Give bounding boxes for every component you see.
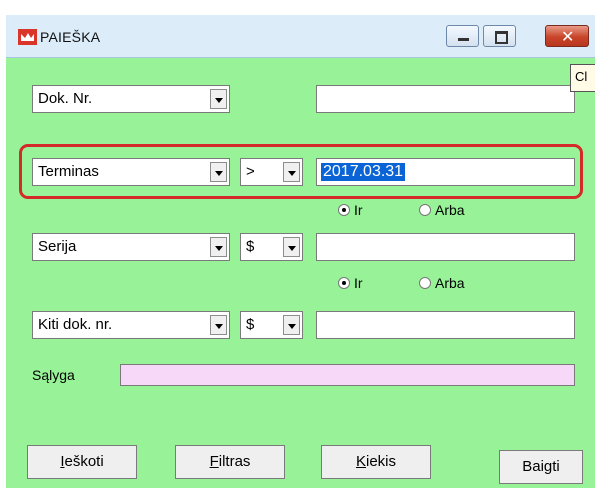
value-input-dok-nr[interactable] <box>316 85 575 113</box>
field-select-serija[interactable]: Serija <box>32 233 230 261</box>
operator-select-kiti-dok-nr[interactable]: $ <box>240 311 303 339</box>
field-select-dok-nr[interactable]: Dok. Nr. <box>32 85 230 113</box>
radio-arba-1[interactable] <box>419 204 431 216</box>
chevron-down-icon[interactable] <box>283 315 300 335</box>
app-logo-icon <box>18 29 37 45</box>
count-button[interactable]: Kiekis <box>321 445 431 479</box>
background-window-edge: Cl <box>570 64 595 92</box>
field-select-value: Serija <box>38 238 77 255</box>
operator-value: $ <box>246 238 255 255</box>
chevron-down-icon[interactable] <box>283 237 300 257</box>
value-input-serija[interactable] <box>316 233 575 261</box>
chevron-down-icon[interactable] <box>210 315 227 335</box>
minimize-icon <box>458 38 469 41</box>
field-select-kiti-dok-nr[interactable]: Kiti dok. nr. <box>32 311 230 339</box>
radio-label-ir: Ir <box>354 202 363 218</box>
operator-select-serija[interactable]: $ <box>240 233 303 261</box>
operator-value: $ <box>246 316 255 333</box>
chevron-down-icon[interactable] <box>210 237 227 257</box>
maximize-button[interactable] <box>483 25 516 47</box>
chevron-down-icon[interactable] <box>210 89 227 109</box>
radio-label-ir: Ir <box>354 275 363 291</box>
condition-input[interactable] <box>120 364 575 386</box>
field-select-value: Dok. Nr. <box>38 90 93 107</box>
field-select-value: Kiti dok. nr. <box>38 316 113 333</box>
search-window: PAIEŠKA ✕ Dok. Nr. Terminas > 2017.03.31… <box>6 15 595 488</box>
radio-arba-2[interactable] <box>419 277 431 289</box>
value-input-kiti-dok-nr[interactable] <box>316 311 575 339</box>
close-icon: ✕ <box>561 27 575 46</box>
close-button[interactable]: ✕ <box>545 25 589 47</box>
logic-radio-group-1: Ir Arba <box>338 202 488 218</box>
search-button[interactable]: Ieškoti <box>27 445 137 479</box>
condition-label: Sąlyga <box>32 367 75 383</box>
title-bar: PAIEŠKA ✕ <box>6 15 595 58</box>
minimize-button[interactable] <box>446 25 479 47</box>
filter-button[interactable]: Filtras <box>175 445 285 479</box>
highlight-annotation <box>19 144 583 199</box>
maximize-icon <box>495 31 508 44</box>
radio-ir-2[interactable] <box>338 277 350 289</box>
radio-ir-1[interactable] <box>338 204 350 216</box>
finish-button[interactable]: Baigti <box>499 450 583 484</box>
window-title: PAIEŠKA <box>40 29 101 45</box>
radio-label-arba: Arba <box>435 275 465 291</box>
radio-label-arba: Arba <box>435 202 465 218</box>
logic-radio-group-2: Ir Arba <box>338 275 488 291</box>
